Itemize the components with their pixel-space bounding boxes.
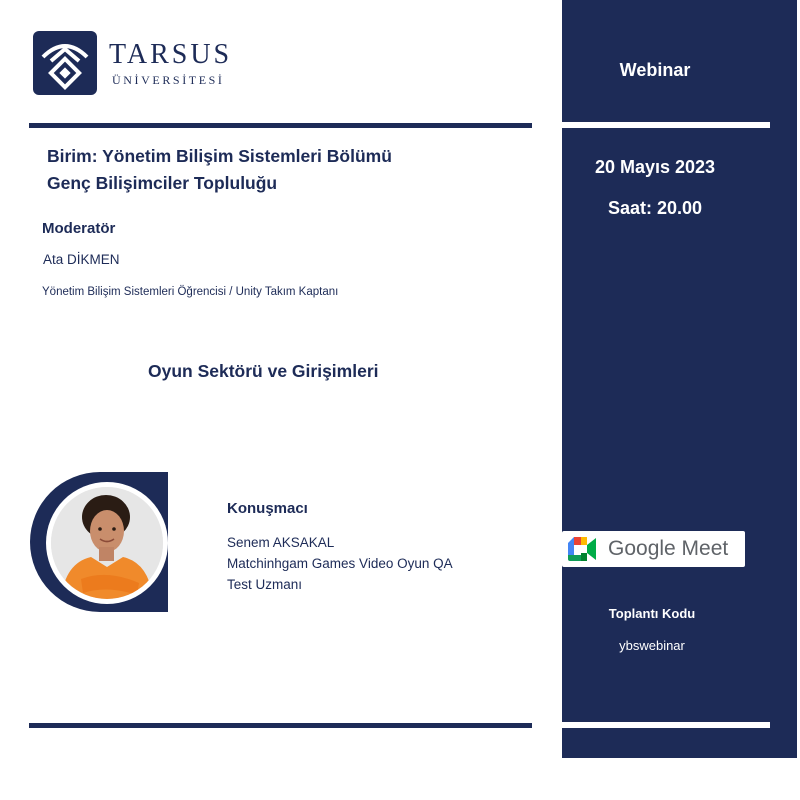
google-meet-badge: Google Meet (562, 531, 745, 567)
university-name: TARSUS (109, 39, 233, 70)
top-divider (29, 123, 532, 128)
speaker-heading: Konuşmacı (227, 500, 308, 517)
moderator-role: Yönetim Bilişim Sistemleri Öğrencisi / U… (42, 286, 339, 298)
meeting-code-label: Toplantı Kodu (608, 606, 696, 621)
speaker-photo (51, 487, 163, 599)
meeting-code: ybswebinar (619, 638, 685, 653)
university-emblem-icon (33, 31, 97, 95)
university-logo: TARSUS ÜNİVERSİTESİ (33, 31, 233, 97)
bottom-divider (29, 723, 532, 728)
google-meet-label: Google Meet (608, 537, 729, 560)
speaker-name: Senem AKSAKAL (227, 535, 335, 550)
unit-info: Birim: Yönetim Bilişim Sistemleri Bölümü… (47, 143, 392, 197)
moderator-heading: Moderatör (42, 220, 116, 237)
google-meet-icon (568, 537, 598, 561)
event-date: 20 Mayıs 2023 (594, 157, 716, 177)
webinar-topic: Oyun Sektörü ve Girişimleri (148, 361, 379, 381)
moderator-name: Ata DİKMEN (43, 252, 120, 267)
speaker-info: Senem AKSAKAL Matchinhgam Games Video Oy… (227, 532, 453, 595)
info-panel-strip (770, 0, 800, 758)
unit-line-1: Birim: Yönetim Bilişim Sistemleri Bölümü (47, 146, 392, 166)
panel-divider-bottom (562, 722, 770, 728)
university-subtitle: ÜNİVERSİTESİ (112, 73, 225, 87)
speaker-title-line-1: Matchinhgam Games Video Oyun QA (227, 556, 453, 571)
panel-divider-top (562, 122, 770, 128)
speaker-title-line-2: Test Uzmanı (227, 577, 303, 592)
unit-line-2: Genç Bilişimciler Topluluğu (47, 173, 278, 193)
event-time: Saat: 20.00 (607, 198, 703, 218)
event-type: Webinar (619, 60, 691, 80)
